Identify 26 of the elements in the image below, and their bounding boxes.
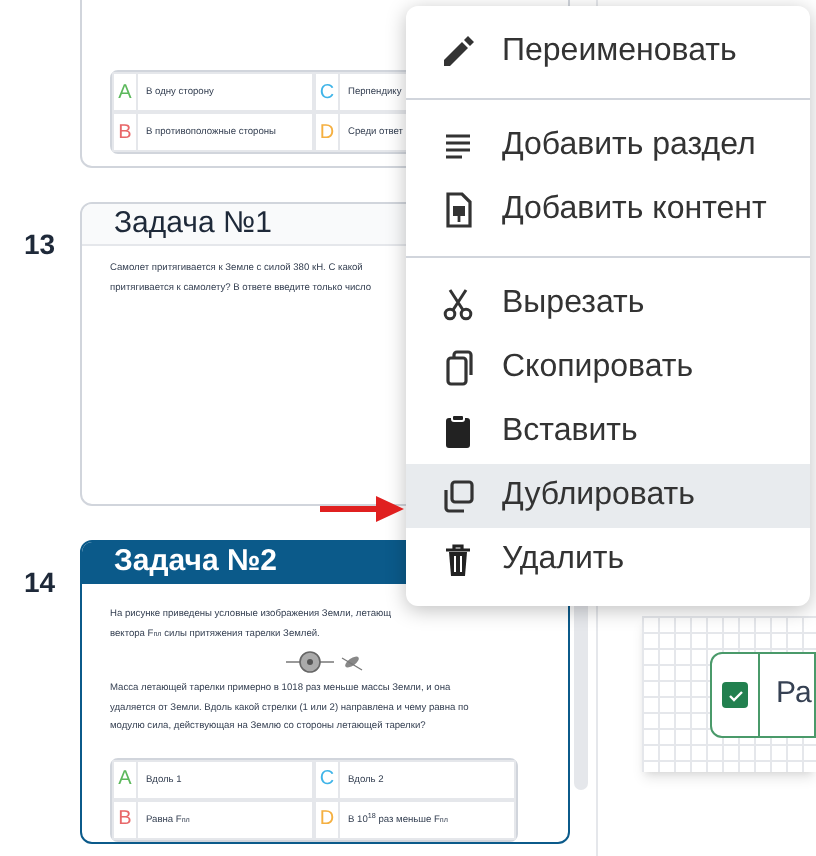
arrow-icon (320, 496, 404, 522)
checkbox[interactable] (722, 682, 748, 708)
scissors-icon (438, 284, 478, 324)
menu-item[interactable]: Добавить контент (406, 178, 810, 242)
option-letter: D (316, 114, 340, 150)
option-letter: B (114, 801, 138, 837)
option-letter: A (114, 74, 138, 110)
menu-item[interactable]: Добавить раздел (406, 114, 810, 178)
option-letter: D (316, 801, 340, 837)
option-letter: C (316, 761, 340, 797)
menu-item[interactable]: Скопировать (406, 336, 810, 400)
menu-item[interactable]: Дублировать (406, 464, 810, 528)
menu-item[interactable]: Удалить (406, 528, 810, 592)
card-number: 13 (24, 228, 56, 260)
menu-item[interactable]: Переименовать (406, 20, 810, 84)
menu-item[interactable]: Вырезать (406, 272, 810, 336)
menu-item[interactable]: Вставить (406, 400, 810, 464)
pencil-icon (438, 32, 478, 72)
answer-option[interactable]: Ра (710, 652, 816, 738)
option-letter: B (114, 114, 138, 150)
duplicate-icon (438, 476, 478, 516)
card-number: 14 (24, 566, 56, 598)
check-icon (727, 687, 743, 703)
option-letter: A (114, 761, 138, 797)
answer-text: Ра (774, 674, 812, 715)
option-letter: C (316, 74, 340, 110)
